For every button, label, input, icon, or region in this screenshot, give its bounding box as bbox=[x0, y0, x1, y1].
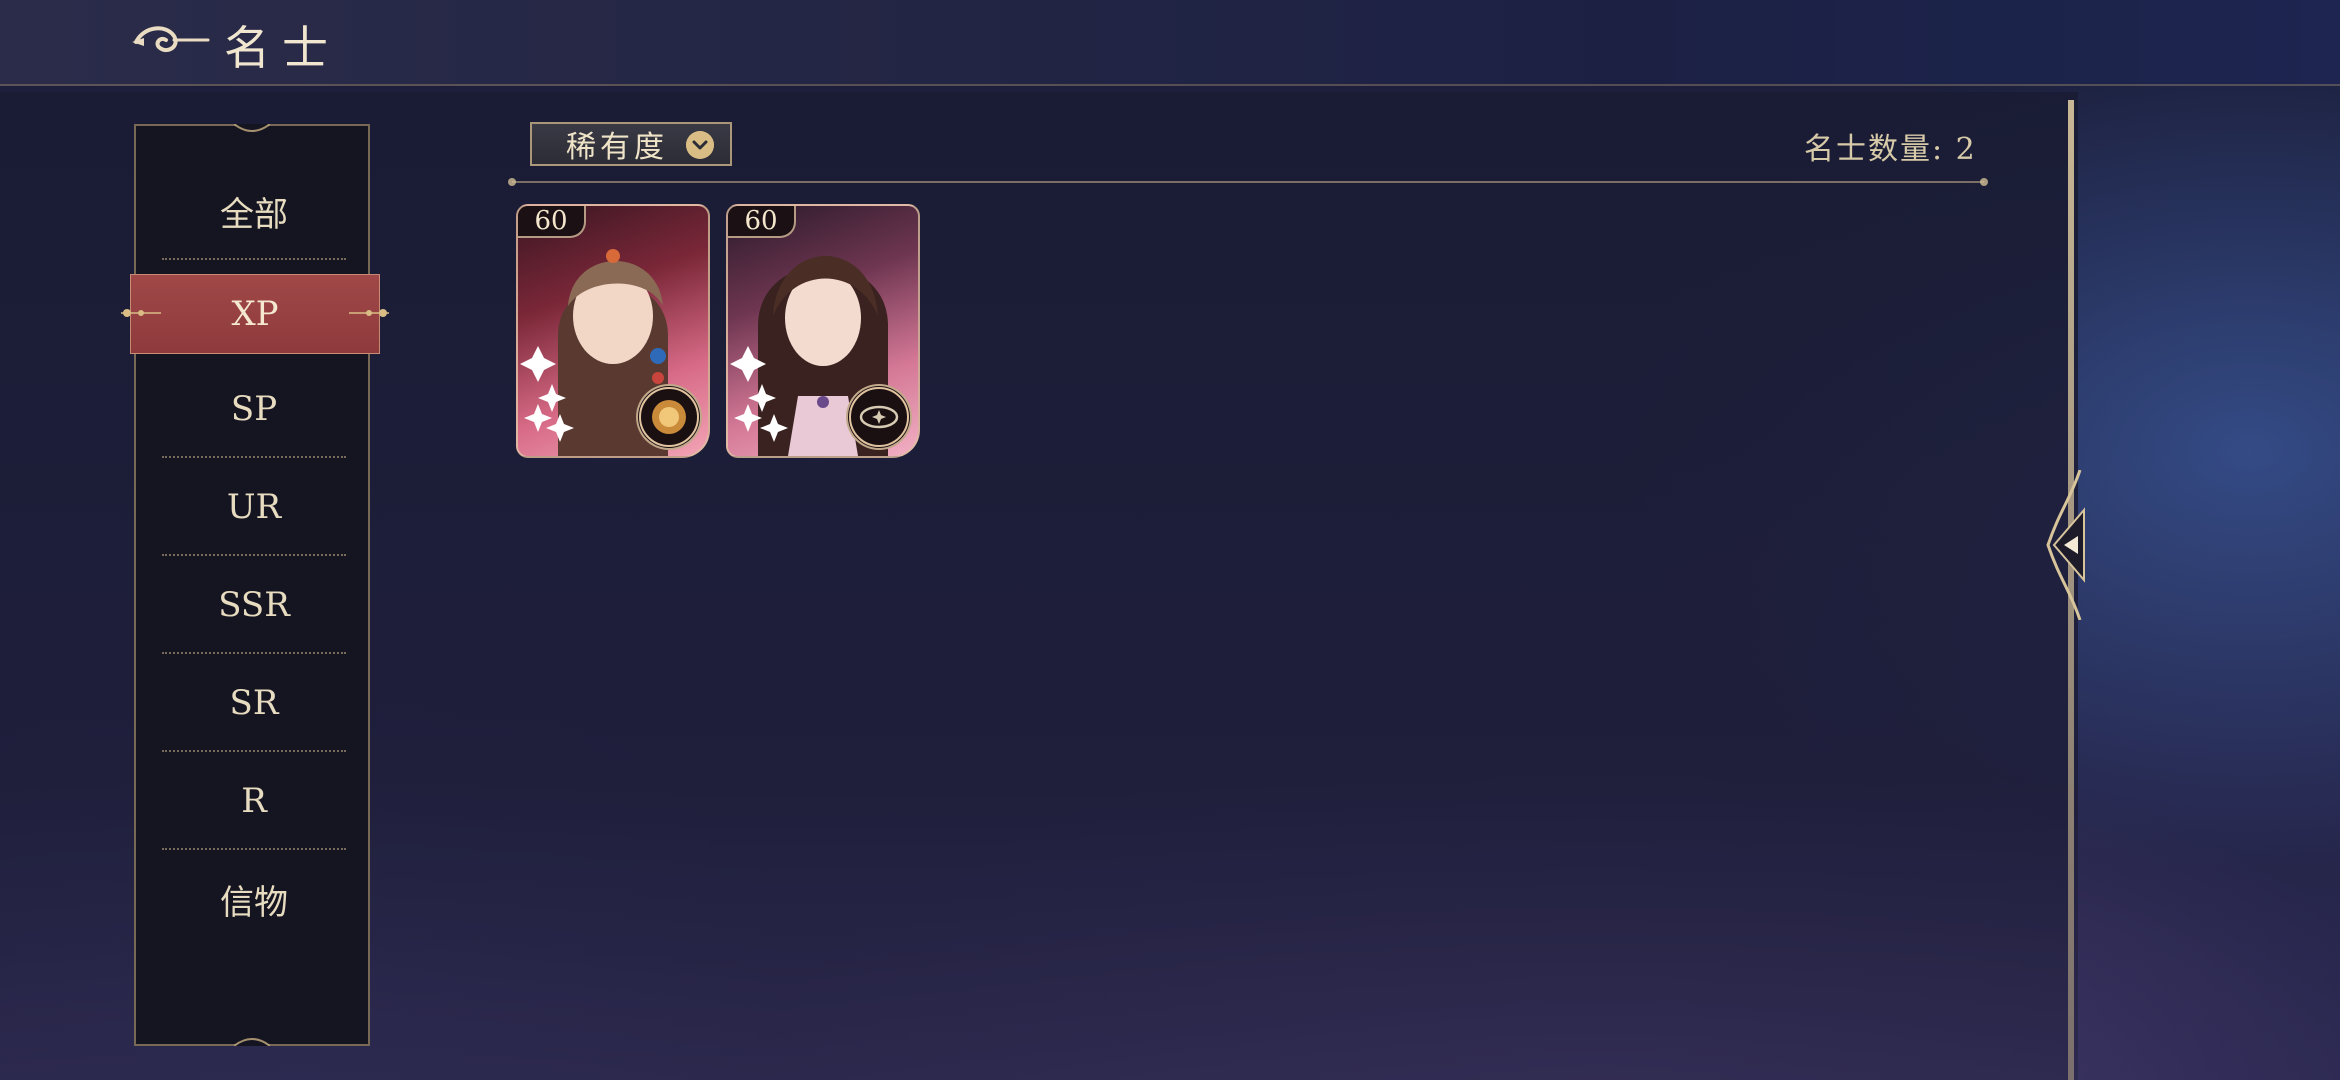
game-screen: 名士 全部 XP SP UR SSR SR R 信物 稀有度 名士数量: 2 6… bbox=[0, 0, 2340, 1080]
sidebar-ornament bbox=[234, 1038, 270, 1046]
level-badge: 60 bbox=[728, 206, 796, 238]
sidebar-item-label: R bbox=[241, 781, 267, 821]
eye-emblem-icon bbox=[846, 384, 912, 450]
sidebar-item-label: SP bbox=[230, 389, 278, 429]
sidebar-item-ur[interactable]: UR bbox=[162, 458, 346, 556]
sidebar-item-xp[interactable]: XP bbox=[121, 274, 389, 354]
sidebar-item-label: 信物 bbox=[220, 882, 288, 923]
collapse-arrow-icon[interactable] bbox=[2040, 470, 2092, 620]
cloud-swirl-icon[interactable] bbox=[130, 18, 210, 62]
sidebar-item-r[interactable]: R bbox=[162, 752, 346, 850]
chevron-down-icon bbox=[686, 131, 714, 159]
hero-count: 名士数量: 2 bbox=[1804, 132, 1977, 167]
sidebar-item-ssr[interactable]: SSR bbox=[162, 556, 346, 654]
sidebar-item-label: XP bbox=[231, 294, 279, 334]
rarity-sidebar: 全部 XP SP UR SSR SR R 信物 bbox=[121, 124, 389, 1046]
level-badge: 60 bbox=[518, 206, 586, 238]
sidebar-item-sr[interactable]: SR bbox=[162, 654, 346, 752]
divider bbox=[162, 258, 346, 260]
hero-card[interactable]: 60 bbox=[516, 204, 710, 458]
top-header: 名士 bbox=[0, 0, 2340, 86]
sidebar-item-sp[interactable]: SP bbox=[162, 360, 346, 458]
sidebar-item-label: SSR bbox=[218, 585, 290, 625]
sidebar-item-label: SR bbox=[229, 683, 279, 723]
sidebar-item-all[interactable]: 全部 bbox=[162, 162, 346, 260]
header-divider bbox=[508, 178, 1988, 186]
sun-emblem-icon bbox=[636, 384, 702, 450]
sidebar-item-label: 全部 bbox=[220, 194, 288, 235]
sidebar-item-label: UR bbox=[226, 487, 282, 527]
rarity-filter-dropdown[interactable]: 稀有度 bbox=[530, 122, 732, 166]
sidebar-ornament bbox=[234, 124, 270, 132]
hero-card[interactable]: 60 bbox=[726, 204, 920, 458]
sidebar-item-token[interactable]: 信物 bbox=[162, 850, 346, 948]
ornament-icon bbox=[121, 309, 161, 317]
page-title: 名士 bbox=[224, 21, 340, 75]
filter-label: 稀有度 bbox=[566, 130, 668, 165]
ornament-icon bbox=[349, 309, 389, 317]
